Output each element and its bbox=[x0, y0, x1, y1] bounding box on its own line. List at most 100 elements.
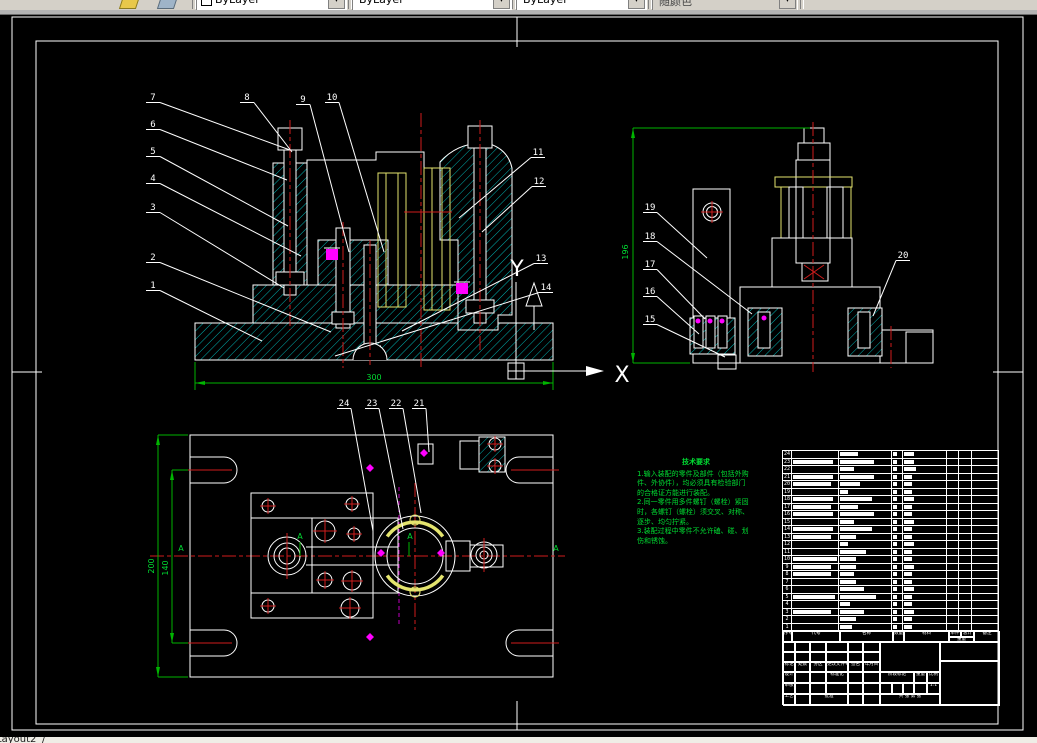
bom-cell bbox=[947, 451, 960, 458]
tab-layout2[interactable]: Layout2 bbox=[0, 737, 36, 743]
bom-row: 9 bbox=[783, 563, 998, 571]
make-object-layer-current-button[interactable] bbox=[112, 0, 148, 10]
bom-cell bbox=[839, 518, 892, 525]
clamp-cylinder bbox=[771, 127, 853, 288]
bom-cell bbox=[947, 488, 960, 495]
bom-cell bbox=[903, 593, 948, 600]
front-view: 300 bbox=[194, 113, 554, 390]
bom-cell bbox=[839, 578, 892, 585]
bom-cell bbox=[792, 451, 840, 458]
bom-cell: 9 bbox=[783, 563, 792, 570]
bom-cell bbox=[839, 548, 892, 555]
bom-cell bbox=[947, 458, 960, 465]
callout-20: 20 bbox=[872, 251, 910, 317]
bom-row: 10 bbox=[783, 556, 998, 564]
bom-cell bbox=[947, 563, 960, 570]
bom-cell bbox=[959, 541, 973, 548]
bom-cell bbox=[972, 549, 998, 556]
bom-cell bbox=[892, 518, 903, 525]
layer-yellow-icon bbox=[118, 0, 141, 9]
titleblock-cell-工艺: 工艺 bbox=[783, 694, 795, 706]
titleblock-cell bbox=[940, 661, 1000, 706]
layer-previous-button[interactable] bbox=[150, 0, 186, 10]
drawing-canvas[interactable]: 300 196 A A A A 200 140 Y X 1 2 3 4 5 6 … bbox=[0, 14, 1037, 737]
bom-cell bbox=[903, 548, 948, 555]
layers-stack-icon bbox=[156, 0, 179, 9]
toolbar-partial-button[interactable] bbox=[96, 0, 112, 10]
lineweight-control-combo[interactable]: ByLayer ▼ bbox=[516, 0, 647, 10]
bom-cell bbox=[947, 593, 960, 600]
technical-requirements-lines: 1.输入装配的零件及部件（包括外购 件、外协件），均必须具有检验部门 的合格证方能进… bbox=[637, 470, 767, 547]
bom-cell: 4 bbox=[783, 601, 792, 608]
bom-cell bbox=[947, 623, 960, 630]
technical-requirement-line: 逐步、均匀拧紧。 bbox=[637, 517, 693, 526]
bom-cell bbox=[892, 541, 903, 548]
bom-cell bbox=[892, 481, 903, 488]
titleblock-cell-名称: 名称 bbox=[840, 631, 893, 642]
bom-cell bbox=[892, 616, 903, 623]
chevron-down-icon[interactable]: ▼ bbox=[493, 0, 510, 9]
bom-cell bbox=[839, 533, 892, 540]
bom-cell bbox=[892, 473, 903, 480]
bom-cell bbox=[892, 601, 903, 608]
chevron-down-icon[interactable]: ▼ bbox=[328, 0, 345, 9]
bom-cell bbox=[792, 533, 840, 540]
bom-cell bbox=[792, 593, 840, 600]
bom-cell bbox=[903, 518, 948, 525]
callout-5: 5 bbox=[146, 147, 289, 227]
bom-cell: 15 bbox=[783, 518, 792, 525]
titleblock-cell-签名: 签名 bbox=[848, 662, 863, 672]
bom-cell bbox=[903, 601, 948, 608]
bom-cell bbox=[892, 503, 903, 510]
bom-cell bbox=[972, 564, 998, 571]
titleblock-cell-年月日: 年月日 bbox=[863, 662, 880, 672]
bom-cell: 23 bbox=[783, 458, 792, 465]
bom-cell bbox=[892, 556, 903, 563]
technical-requirement-line: 时，各螺钉（螺栓）须交叉、对称、 bbox=[637, 507, 749, 516]
bom-cell bbox=[947, 533, 960, 540]
dimension-300: 300 bbox=[366, 373, 381, 382]
bom-cell bbox=[839, 623, 892, 630]
bom-cell bbox=[959, 473, 973, 480]
dimension-196: 196 bbox=[621, 244, 630, 259]
bom-cell bbox=[839, 586, 892, 593]
callout-number: 13 bbox=[536, 254, 547, 264]
bom-cell bbox=[947, 541, 960, 548]
bom-cell bbox=[972, 624, 998, 631]
bom-cell bbox=[792, 563, 840, 570]
callout-number: 19 bbox=[645, 203, 656, 213]
bom-cell bbox=[972, 489, 998, 496]
bom-row: 5 bbox=[783, 593, 998, 601]
bom-cell bbox=[792, 458, 840, 465]
bom-cell bbox=[903, 571, 948, 578]
bom-cell bbox=[972, 594, 998, 601]
bom-cell bbox=[839, 488, 892, 495]
bom-cell bbox=[972, 474, 998, 481]
linetype-control-combo[interactable]: ByLayer ▼ bbox=[352, 0, 512, 10]
titleblock-cell bbox=[826, 642, 848, 652]
bom-cell bbox=[947, 586, 960, 593]
bom-cell bbox=[792, 616, 840, 623]
bom-cell bbox=[792, 571, 840, 578]
bom-cell bbox=[947, 518, 960, 525]
color-control-combo[interactable]: ByLayer ▼ bbox=[196, 0, 347, 10]
callout-number: 21 bbox=[414, 399, 425, 409]
bom-cell bbox=[903, 578, 948, 585]
bom-cell bbox=[903, 533, 948, 540]
bom-row: 17 bbox=[783, 503, 998, 511]
callout-16: 16 bbox=[643, 287, 700, 335]
dimension-140: 140 bbox=[161, 560, 170, 575]
titleblock-cell-重量: 重量 bbox=[914, 672, 927, 683]
bom-row: 18 bbox=[783, 496, 998, 504]
titleblock-cell-材料: 材料 bbox=[904, 631, 949, 642]
chevron-down-icon[interactable]: ▼ bbox=[628, 0, 645, 9]
titleblock-cell bbox=[903, 683, 914, 694]
parts-list-titleblock: 24 23 22 21 20 19 18 17 16 15 14 13 12 11 10 9 8 7 6 5 4 3 2 1 序… bbox=[782, 450, 1000, 706]
bom-cell bbox=[892, 608, 903, 615]
layout-tab-bar[interactable]: Layout2 / bbox=[0, 737, 1037, 743]
titleblock-cell-比例: 比例 bbox=[927, 672, 940, 683]
technical-requirement-line: 件、外协件），均必须具有检验部门 bbox=[637, 479, 746, 488]
bom-row: 24 bbox=[783, 451, 998, 459]
bom-cell bbox=[972, 534, 998, 541]
datum-markers bbox=[366, 449, 445, 641]
